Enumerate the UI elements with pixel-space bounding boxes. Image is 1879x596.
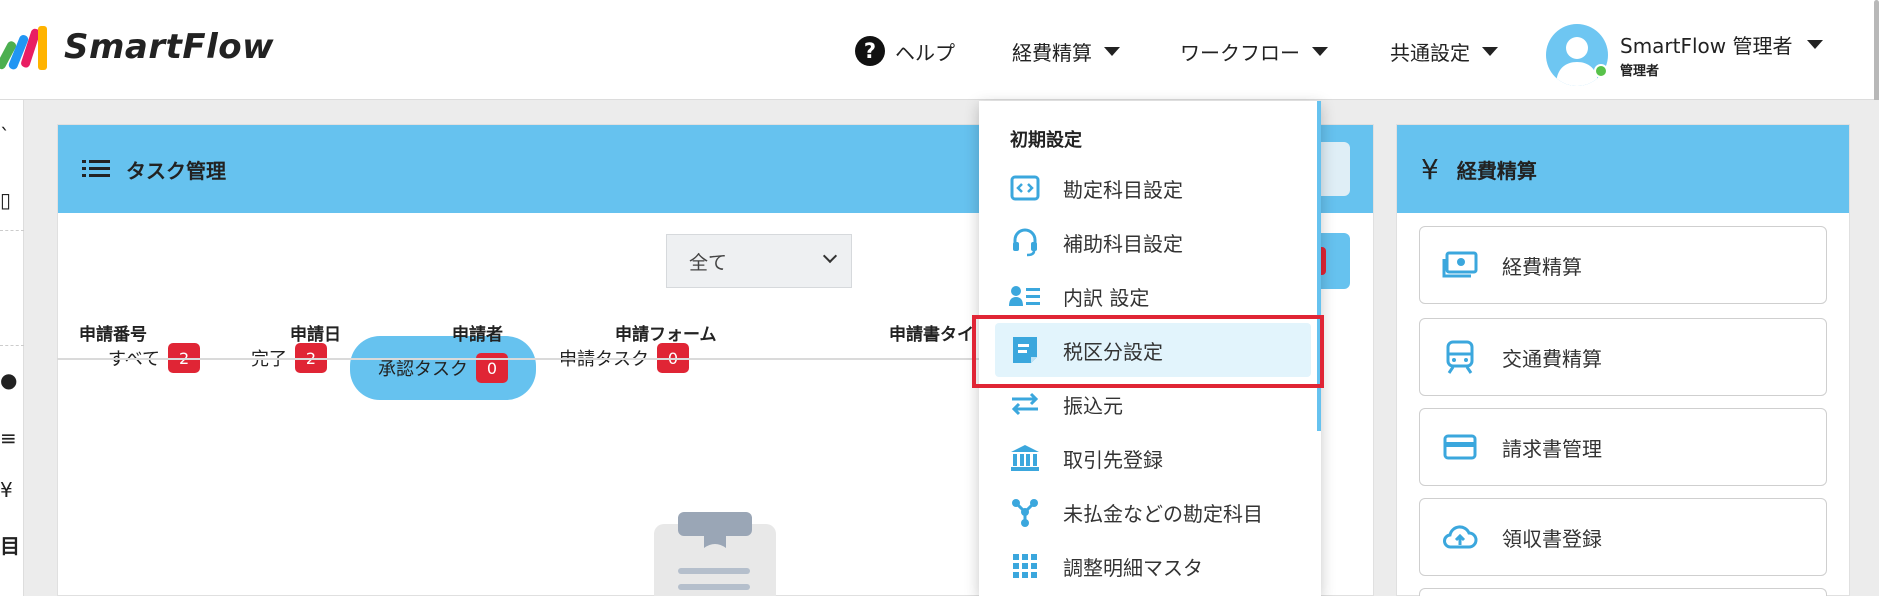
card-header-button[interactable] xyxy=(1316,142,1350,196)
menu-item-label: 取引先登録 xyxy=(1063,447,1163,472)
transfer-arrows-icon xyxy=(1009,388,1041,420)
menu-item-adjustment-master[interactable]: 調整明細マスタ xyxy=(995,539,1311,593)
chevron-down-icon xyxy=(1806,40,1823,49)
column-header-date[interactable]: 申請日 xyxy=(290,320,341,345)
menu-item-supplier-registration[interactable]: 取引先登録 xyxy=(995,431,1311,485)
sidebar-calendar-icon[interactable]: ▯ xyxy=(0,188,11,212)
credit-card-icon xyxy=(1440,427,1480,467)
menu-item-label: 勘定科目設定 xyxy=(1063,177,1183,202)
expense-card-header: ¥ 経費精算 xyxy=(1397,125,1849,213)
common-settings-label: 共通設定 xyxy=(1390,40,1470,65)
user-menu[interactable]: SmartFlow 管理者 xyxy=(1620,30,1823,59)
sidebar-user-icon[interactable]: ● xyxy=(0,368,17,392)
yen-icon: ¥ xyxy=(1421,152,1439,186)
top-navigation-bar: SmartFlow ? ヘルプ 経費精算 ワークフロー 共通設定 SmartFl… xyxy=(0,0,1879,100)
menu-item-label: 未払金などの勘定科目 xyxy=(1063,501,1263,526)
chevron-down-icon xyxy=(822,248,838,264)
common-settings-menu[interactable]: 共通設定 xyxy=(1390,34,1498,68)
chevron-down-icon xyxy=(1482,46,1498,56)
menu-item-account-settings[interactable]: 勘定科目設定 xyxy=(995,161,1311,215)
expense-settlement-button[interactable]: 経費精算 xyxy=(1419,226,1827,304)
cash-icon xyxy=(1440,245,1480,285)
code-card-icon xyxy=(1009,172,1041,204)
chevron-down-icon xyxy=(1104,46,1120,56)
menu-item-label: 補助科目設定 xyxy=(1063,231,1183,256)
help-menu[interactable]: ? ヘルプ xyxy=(855,34,955,68)
user-role: 管理者 xyxy=(1620,64,1660,79)
expense-menu-label: 経費精算 xyxy=(1012,40,1092,65)
column-header-form[interactable]: 申請フォーム xyxy=(615,320,717,345)
menu-item-payables-accounts[interactable]: 未払金などの勘定科目 xyxy=(995,485,1311,539)
expense-card-title: 経費精算 xyxy=(1456,158,1537,183)
column-header-doc-type[interactable]: 申請書タイ xyxy=(889,320,974,345)
card-action-button[interactable] xyxy=(1316,233,1350,289)
headset-icon xyxy=(1009,226,1041,258)
select-value: 全て xyxy=(689,251,728,274)
expense-next-button-partial[interactable] xyxy=(1419,588,1827,596)
table-header-divider xyxy=(57,358,1007,360)
transport-expense-button[interactable]: 交通費精算 xyxy=(1419,318,1827,396)
contact-list-icon xyxy=(1009,280,1041,312)
sidebar-list-icon[interactable]: ≡ xyxy=(0,426,17,450)
filter-tab-approval[interactable]: 承認タスク 0 xyxy=(350,336,536,400)
empty-clipboard-icon xyxy=(654,512,776,596)
menu-item-label: 振込元 xyxy=(1063,393,1123,418)
help-label: ヘルプ xyxy=(895,40,955,65)
button-label: 請求書管理 xyxy=(1502,436,1602,461)
chevron-down-icon xyxy=(1312,46,1328,56)
train-icon xyxy=(1440,337,1480,377)
column-header-applicant[interactable]: 申請者 xyxy=(452,320,503,345)
workflow-menu[interactable]: ワークフロー xyxy=(1180,34,1328,68)
workflow-menu-label: ワークフロー xyxy=(1180,40,1300,65)
invoice-management-button[interactable]: 請求書管理 xyxy=(1419,408,1827,486)
menu-item-sub-account-settings[interactable]: 補助科目設定 xyxy=(995,215,1311,269)
smartflow-logo-icon xyxy=(0,26,47,70)
task-type-select[interactable]: 全て xyxy=(666,234,852,288)
sidebar-book-icon[interactable]: 目 xyxy=(0,530,20,559)
cloud-upload-icon xyxy=(1440,517,1480,557)
menu-item-label: 調整明細マスタ xyxy=(1063,555,1203,580)
app-logo-text: SmartFlow xyxy=(64,27,275,67)
selection-highlight-box xyxy=(972,315,1324,388)
grid-icon xyxy=(1009,550,1041,582)
user-name: SmartFlow 管理者 xyxy=(1620,34,1793,58)
sidebar-yen-icon[interactable]: ¥ xyxy=(0,478,13,502)
network-icon xyxy=(1009,496,1041,528)
menu-item-label: 内訳 設定 xyxy=(1063,285,1150,310)
button-label: 交通費精算 xyxy=(1502,346,1602,371)
bank-icon xyxy=(1009,442,1041,474)
sidebar-divider xyxy=(0,230,24,231)
sidebar-divider xyxy=(0,345,24,346)
receipt-registration-button[interactable]: 領収書登録 xyxy=(1419,498,1827,576)
online-status-dot xyxy=(1594,64,1608,78)
help-icon: ? xyxy=(855,36,885,66)
column-header-number[interactable]: 申請番号 xyxy=(79,320,147,345)
button-label: 領収書登録 xyxy=(1502,526,1602,551)
menu-section-heading: 初期設定 xyxy=(1010,130,1082,151)
button-label: 経費精算 xyxy=(1502,254,1582,279)
expense-menu[interactable]: 経費精算 xyxy=(1012,34,1120,68)
